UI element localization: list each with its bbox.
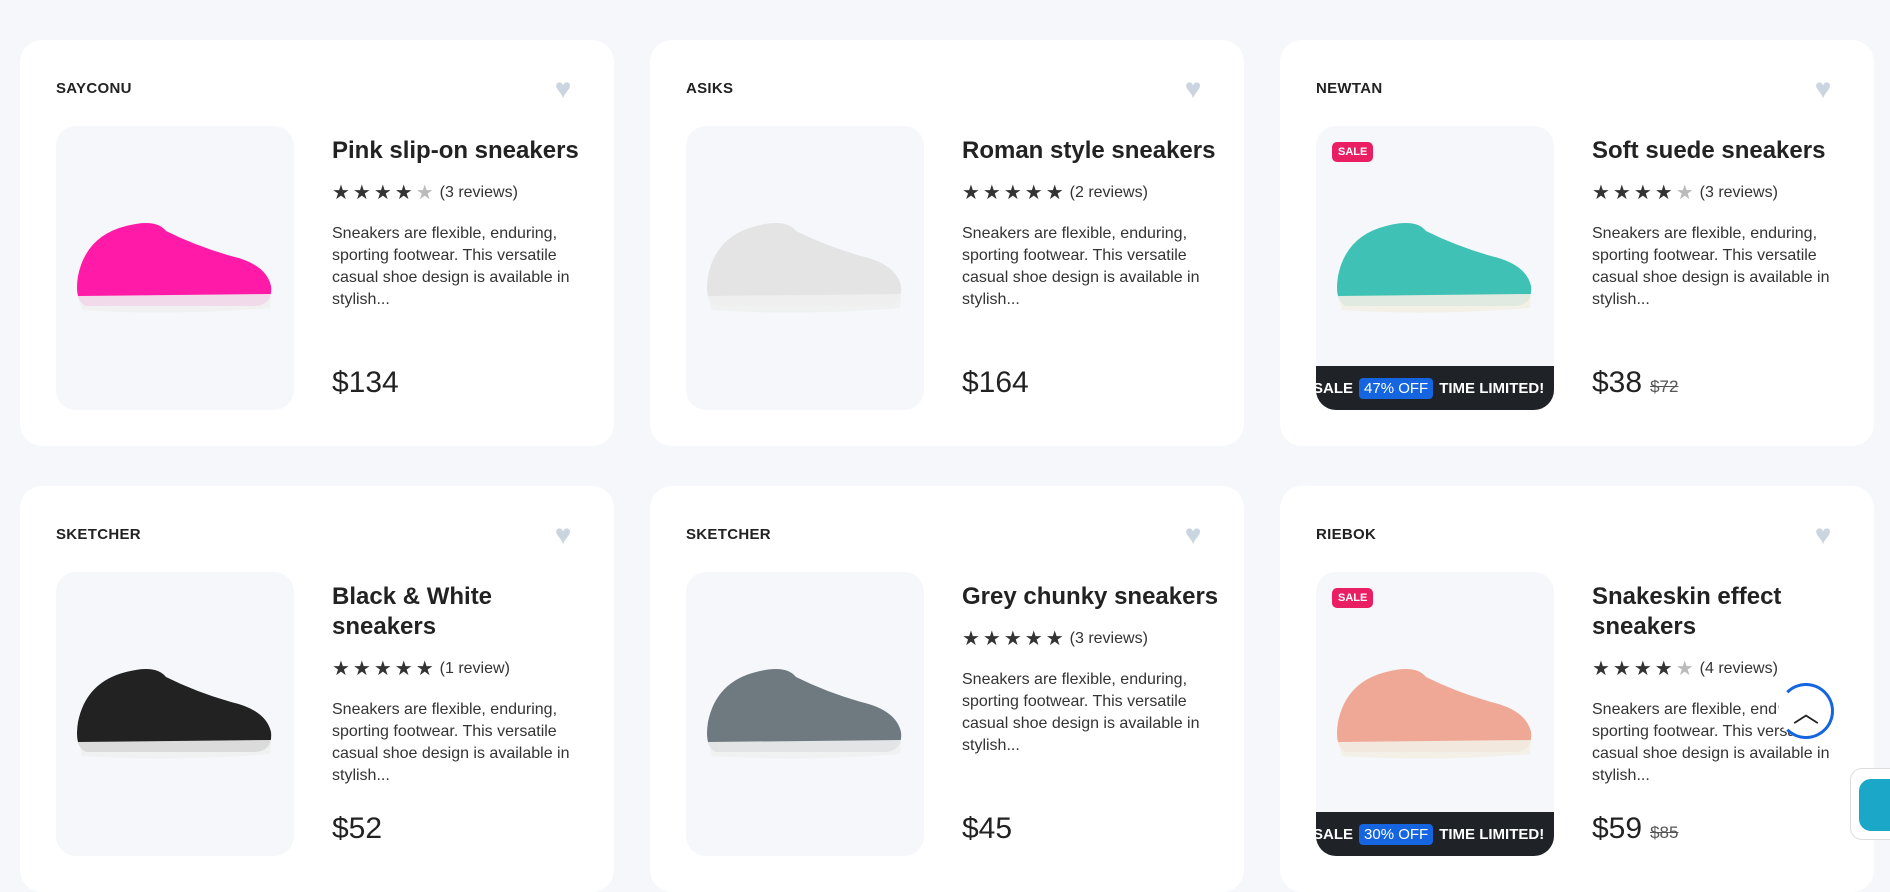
price-row: $45 [962,812,1020,846]
product-description: Sneakers are flexible, enduring, sportin… [962,671,1200,754]
sale-banner-label: SALE [1316,379,1354,397]
chat-widget-button[interactable] [1850,768,1890,840]
product-image-box[interactable]: SALE SALE 30% OFF TIME LIMITED! [1316,572,1554,856]
product-price: $59 [1592,812,1643,845]
sale-badge: SALE [1332,588,1374,608]
time-limited-label: TIME LIMITED! [1439,825,1545,843]
product-price: $164 [962,366,1029,399]
star-rating-icon: ★★★★★ [962,628,1067,650]
product-rating: ★★★★★ (3 reviews) [1592,180,1852,205]
product-image-box[interactable]: SALE SALE 47% OFF TIME LIMITED! [1316,126,1554,410]
product-image[interactable] [56,126,294,410]
star-rating-icon: ★★★★★ [332,658,437,680]
star-rating-icon: ★★★★★ [1592,658,1697,680]
scroll-to-top-button[interactable]: ︿ [1778,683,1834,739]
product-price: $38 [1592,366,1643,399]
review-count[interactable]: (1 review) [440,660,510,678]
product-price: $134 [332,366,399,399]
product-image[interactable] [686,572,924,856]
chevron-up-icon: ︿ [1792,697,1819,728]
product-image-box[interactable] [56,126,294,410]
product-rating: ★★★★★ (3 reviews) [962,626,1222,651]
price-row: $52 [332,812,390,846]
discount-percent: 30% OFF [1359,823,1434,845]
heart-icon[interactable]: ♥ [1810,75,1836,103]
product-info: Soft suede sneakers ★★★★★ (3 reviews) Sn… [1592,136,1852,311]
product-info: Roman style sneakers ★★★★★ (2 reviews) S… [962,136,1222,311]
product-description: Sneakers are flexible, enduring, sportin… [332,225,570,308]
product-card[interactable]: SKETCHER ♥ Grey chunky sneakers ★★★★★ (3… [650,486,1244,892]
product-price: $52 [332,812,383,845]
price-row: $134 [332,366,407,400]
product-card[interactable]: SAYCONU ♥ Pink slip-on sneakers ★★★★★ (3… [20,40,614,446]
sale-badge: SALE [1332,142,1374,162]
heart-icon[interactable]: ♥ [1180,75,1206,103]
old-price: $72 [1650,377,1679,396]
review-count[interactable]: (2 reviews) [1070,184,1148,202]
sale-banner-label: SALE [1316,825,1354,843]
star-rating-icon: ★★★★★ [332,182,437,204]
product-brand: NEWTAN [1316,80,1383,97]
product-card[interactable]: NEWTAN ♥ SALE SALE 47% OFF TIME LIMITED!… [1280,40,1874,446]
heart-icon[interactable]: ♥ [550,75,576,103]
product-image[interactable] [686,126,924,410]
product-price: $45 [962,812,1013,845]
product-image-box[interactable] [686,126,924,410]
chat-icon [1859,779,1890,831]
product-title[interactable]: Snakeskin effect sneakers [1592,582,1852,642]
heart-icon[interactable]: ♥ [1180,521,1206,549]
product-rating: ★★★★★ (1 review) [332,656,592,681]
review-count[interactable]: (3 reviews) [1070,630,1148,648]
product-rating: ★★★★★ (2 reviews) [962,180,1222,205]
product-card[interactable]: SKETCHER ♥ Black & White sneakers ★★★★★ … [20,486,614,892]
product-title[interactable]: Pink slip-on sneakers [332,136,592,166]
product-rating: ★★★★★ (3 reviews) [332,180,592,205]
product-card[interactable]: ASIKS ♥ Roman style sneakers ★★★★★ (2 re… [650,40,1244,446]
product-description: Sneakers are flexible, enduring, sportin… [962,225,1200,308]
product-brand: SKETCHER [56,526,141,543]
sale-banner: SALE 47% OFF TIME LIMITED! [1316,366,1554,410]
discount-percent: 47% OFF [1359,377,1434,399]
heart-icon[interactable]: ♥ [550,521,576,549]
product-description: Sneakers are flexible, enduring, sportin… [1592,225,1830,308]
product-card[interactable]: RIEBOK ♥ SALE SALE 30% OFF TIME LIMITED!… [1280,486,1874,892]
product-info: Black & White sneakers ★★★★★ (1 review) … [332,582,592,787]
product-title[interactable]: Grey chunky sneakers [962,582,1222,612]
old-price: $85 [1650,823,1679,842]
review-count[interactable]: (3 reviews) [440,184,518,202]
review-count[interactable]: (3 reviews) [1700,184,1778,202]
price-row: $59 $85 [1592,812,1678,846]
product-info: Pink slip-on sneakers ★★★★★ (3 reviews) … [332,136,592,311]
product-description: Sneakers are flexible, enduring, sportin… [332,701,570,784]
product-brand: SKETCHER [686,526,771,543]
star-rating-icon: ★★★★★ [962,182,1067,204]
product-brand: SAYCONU [56,80,132,97]
product-title[interactable]: Roman style sneakers [962,136,1222,166]
product-rating: ★★★★★ (4 reviews) [1592,656,1852,681]
price-row: $38 $72 [1592,366,1678,400]
product-info: Grey chunky sneakers ★★★★★ (3 reviews) S… [962,582,1222,757]
product-image-box[interactable] [56,572,294,856]
product-title[interactable]: Soft suede sneakers [1592,136,1852,166]
product-title[interactable]: Black & White sneakers [332,582,592,642]
product-brand: ASIKS [686,80,734,97]
review-count[interactable]: (4 reviews) [1700,660,1778,678]
star-rating-icon: ★★★★★ [1592,182,1697,204]
price-row: $164 [962,366,1037,400]
heart-icon[interactable]: ♥ [1810,521,1836,549]
time-limited-label: TIME LIMITED! [1439,379,1545,397]
product-image[interactable] [56,572,294,856]
sale-banner: SALE 30% OFF TIME LIMITED! [1316,812,1554,856]
product-image-box[interactable] [686,572,924,856]
product-brand: RIEBOK [1316,526,1377,543]
